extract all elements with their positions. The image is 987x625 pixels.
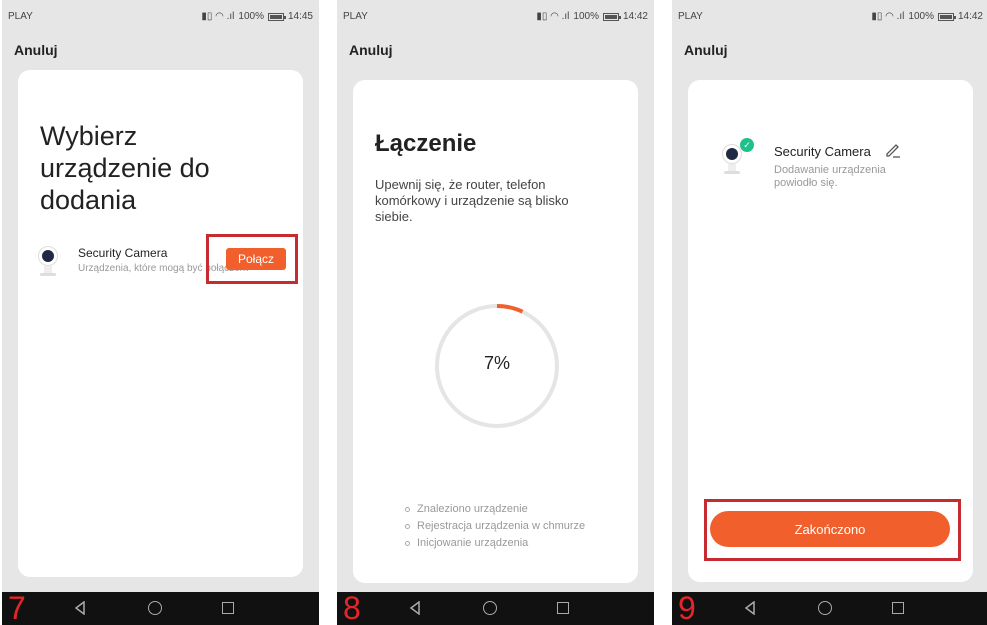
screen-done: PLAY ▮▯ ◠ .ıl 100% 14:42 Anuluj ✓ Securi… xyxy=(672,0,987,625)
step-number: 8 xyxy=(343,590,361,625)
device-name: Security Camera xyxy=(78,246,168,260)
progress-percent: 7% xyxy=(483,353,510,373)
android-nav-bar: 7 xyxy=(2,590,319,625)
battery-percent: 100% xyxy=(238,11,264,22)
back-icon[interactable] xyxy=(744,601,756,615)
back-icon[interactable] xyxy=(74,601,86,615)
cancel-link[interactable]: Anuluj xyxy=(349,42,393,58)
recent-apps-icon[interactable] xyxy=(557,602,569,614)
highlight-box xyxy=(206,234,298,284)
screen-connecting: PLAY ▮▯ ◠ .ıl 100% 14:42 Anuluj Łączenie… xyxy=(337,0,654,625)
android-nav-bar: 8 xyxy=(337,590,654,625)
progress-steps: Znaleziono urządzenie Rejestracja urządz… xyxy=(405,501,585,552)
step-number: 7 xyxy=(8,590,26,625)
status-bar: PLAY ▮▯ ◠ .ıl 100% 14:45 xyxy=(2,0,319,30)
clock: 14:42 xyxy=(957,11,983,22)
highlight-box xyxy=(704,499,961,561)
added-device: ✓ Security Camera Dodawanie urządzenia p… xyxy=(720,138,960,198)
signal-icon: ▮▯ ◠ .ıl xyxy=(871,11,905,22)
connecting-card: Łączenie Upewnij się, że router, telefon… xyxy=(353,80,638,583)
screen-select-device: PLAY ▮▯ ◠ .ıl 100% 14:45 Anuluj Wybierz … xyxy=(2,0,319,625)
device-status: Dodawanie urządzenia powiodło się. xyxy=(774,164,886,189)
check-icon: ✓ xyxy=(740,138,754,152)
step-item: Znaleziono urządzenie xyxy=(405,501,585,518)
camera-icon xyxy=(36,246,60,278)
clock: 14:45 xyxy=(287,11,313,22)
android-nav-bar: 9 xyxy=(672,590,987,625)
home-icon[interactable] xyxy=(818,601,832,615)
home-icon[interactable] xyxy=(483,601,497,615)
carrier-label: PLAY xyxy=(8,11,33,22)
step-number: 9 xyxy=(678,590,696,625)
battery-icon xyxy=(602,12,621,21)
battery-icon xyxy=(937,12,956,21)
cancel-link[interactable]: Anuluj xyxy=(684,42,728,58)
connecting-description: Upewnij się, że router, telefon komórkow… xyxy=(375,177,569,224)
edit-pencil-icon[interactable] xyxy=(884,141,902,159)
signal-icon: ▮▯ ◠ .ıl xyxy=(201,11,235,22)
battery-icon xyxy=(267,12,286,21)
step-item: Inicjowanie urządzenia xyxy=(405,535,585,552)
status-bar: PLAY ▮▯ ◠ .ıl 100% 14:42 xyxy=(337,0,654,30)
recent-apps-icon[interactable] xyxy=(222,602,234,614)
carrier-label: PLAY xyxy=(678,11,703,22)
home-icon[interactable] xyxy=(148,601,162,615)
battery-percent: 100% xyxy=(573,11,599,22)
carrier-label: PLAY xyxy=(343,11,368,22)
status-bar: PLAY ▮▯ ◠ .ıl 100% 14:42 xyxy=(672,0,987,30)
cancel-link[interactable]: Anuluj xyxy=(14,42,58,58)
done-card: ✓ Security Camera Dodawanie urządzenia p… xyxy=(688,80,973,582)
select-device-card: Wybierz urządzenie do dodania Security C… xyxy=(18,70,303,577)
signal-icon: ▮▯ ◠ .ıl xyxy=(536,11,570,22)
battery-percent: 100% xyxy=(908,11,934,22)
page-title: Wybierz urządzenie do dodania xyxy=(40,121,210,215)
clock: 14:42 xyxy=(622,11,648,22)
back-icon[interactable] xyxy=(409,601,421,615)
step-item: Rejestracja urządzenia w chmurze xyxy=(405,518,585,535)
recent-apps-icon[interactable] xyxy=(892,602,904,614)
page-title: Łączenie xyxy=(375,130,477,157)
device-name: Security Camera xyxy=(774,144,871,159)
